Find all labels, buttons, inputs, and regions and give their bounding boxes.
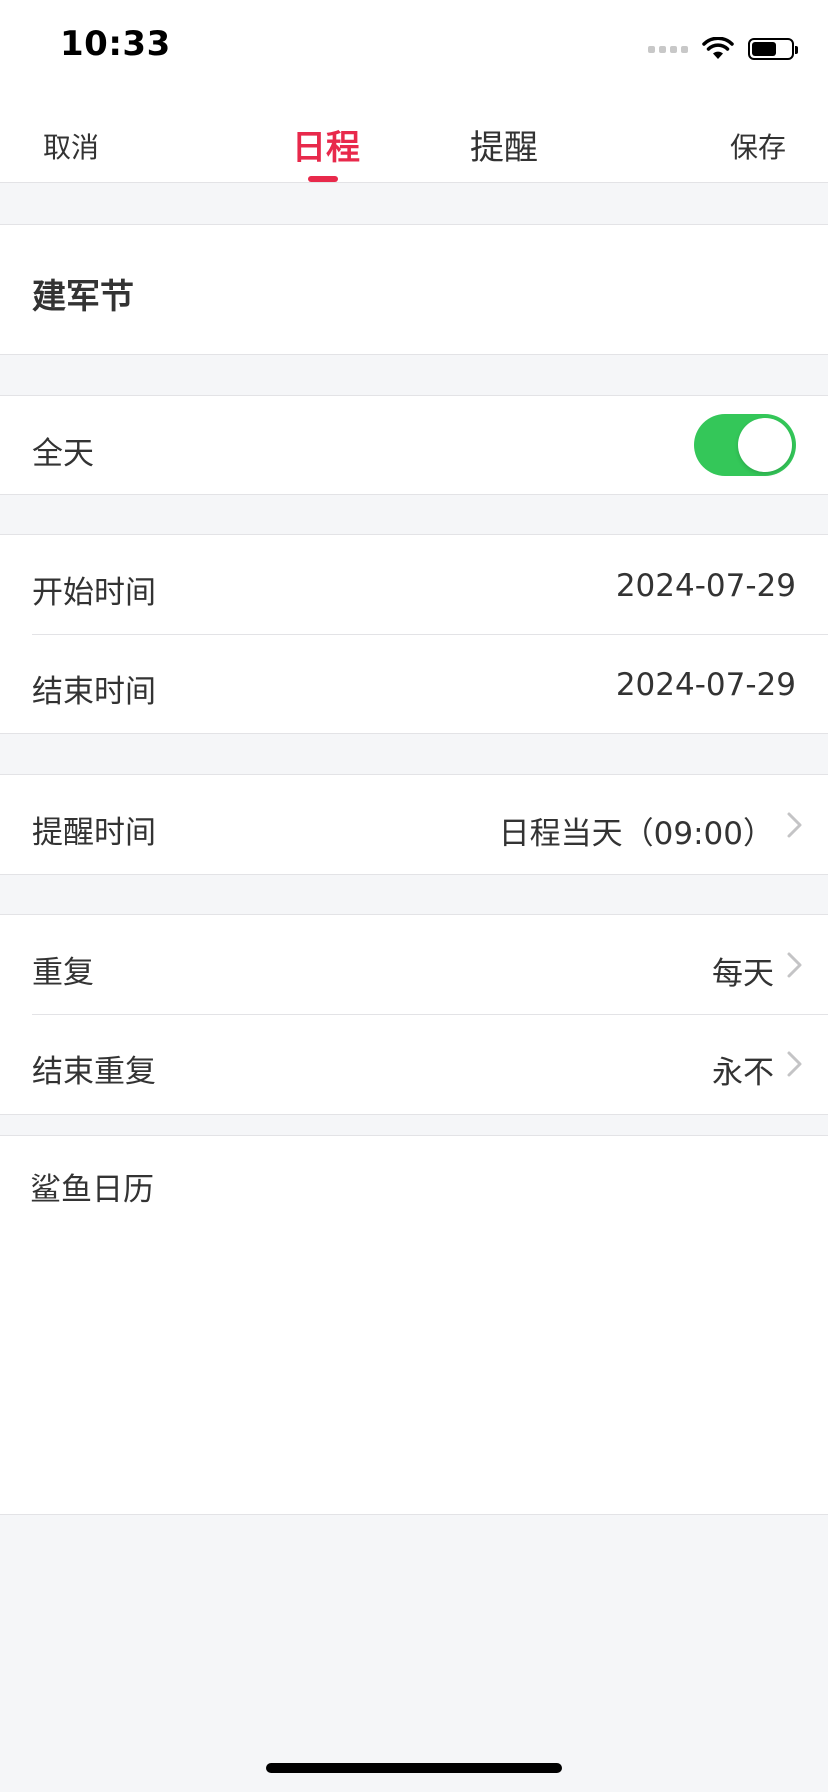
battery-icon xyxy=(748,38,798,60)
time-section: 开始时间 2024-07-29 结束时间 2024-07-29 xyxy=(0,534,828,734)
status-icons xyxy=(648,34,798,64)
all-day-toggle[interactable] xyxy=(694,414,796,476)
chevron-right-icon xyxy=(786,1050,804,1078)
active-tab-indicator xyxy=(308,176,338,182)
end-repeat-value: 永不 xyxy=(712,1055,774,1091)
end-time-value[interactable]: 2024-07-29 xyxy=(616,667,796,703)
alert-time-row[interactable]: 提醒时间 日程当天（09:00） xyxy=(0,775,828,874)
app-root: 10:33 取消 日程 提醒 保存 建军节 全天 开始时间 2024-07-29… xyxy=(0,0,828,1792)
alert-section: 提醒时间 日程当天（09:00） xyxy=(0,774,828,875)
all-day-section: 全天 xyxy=(0,395,828,495)
repeat-label: 重复 xyxy=(32,955,94,991)
toggle-knob xyxy=(738,418,792,472)
end-time-label: 结束时间 xyxy=(32,674,156,710)
calendar-name[interactable]: 鲨鱼日历 xyxy=(30,1164,154,1209)
nav-bar: 取消 日程 提醒 保存 xyxy=(0,90,828,183)
tab-reminder[interactable]: 提醒 xyxy=(470,120,538,169)
start-time-value[interactable]: 2024-07-29 xyxy=(616,568,796,604)
status-time: 10:33 xyxy=(60,24,171,64)
start-time-row[interactable]: 开始时间 2024-07-29 xyxy=(0,535,828,634)
calendar-section: 鲨鱼日历 xyxy=(0,1135,828,1515)
repeat-value: 每天 xyxy=(712,956,774,992)
alert-time-value: 日程当天（09:00） xyxy=(498,816,774,852)
end-repeat-label: 结束重复 xyxy=(32,1054,156,1090)
event-title-input[interactable]: 建军节 xyxy=(32,269,134,318)
status-bar: 10:33 xyxy=(0,0,828,90)
wifi-icon xyxy=(702,37,734,61)
start-time-label: 开始时间 xyxy=(32,575,156,611)
tab-schedule[interactable]: 日程 xyxy=(290,120,362,169)
chevron-right-icon xyxy=(786,811,804,839)
chevron-right-icon xyxy=(786,951,804,979)
alert-time-label: 提醒时间 xyxy=(32,815,156,851)
cellular-signal-icon xyxy=(648,45,688,53)
all-day-label: 全天 xyxy=(32,436,94,472)
end-time-row[interactable]: 结束时间 2024-07-29 xyxy=(0,634,828,733)
end-repeat-row[interactable]: 结束重复 永不 xyxy=(0,1014,828,1113)
repeat-section: 重复 每天 结束重复 永不 xyxy=(0,914,828,1115)
repeat-row[interactable]: 重复 每天 xyxy=(0,915,828,1014)
save-button[interactable]: 保存 xyxy=(730,126,786,166)
home-indicator xyxy=(266,1763,562,1773)
event-title-section: 建军节 xyxy=(0,224,828,355)
cancel-button[interactable]: 取消 xyxy=(43,126,99,166)
all-day-row: 全天 xyxy=(0,396,828,495)
